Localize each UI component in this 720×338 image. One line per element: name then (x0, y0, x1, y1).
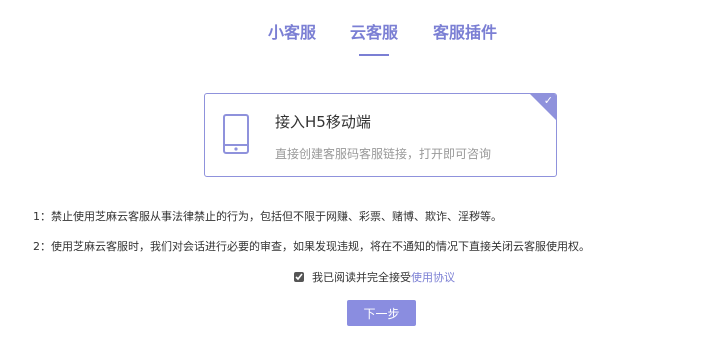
card-title: 接入H5移动端 (275, 113, 371, 131)
agreement-text: 我已阅读并完全接受 (312, 271, 411, 284)
mobile-phone-icon (223, 114, 249, 154)
agreement-row: 我已阅读并完全接受 使用协议 (294, 269, 455, 285)
tab-kefu-plugin[interactable]: 客服插件 (433, 22, 497, 44)
next-step-button[interactable]: 下一步 (347, 300, 416, 326)
terms-link[interactable]: 使用协议 (411, 269, 455, 285)
checkmark-icon: ✓ (543, 94, 553, 107)
tab-bar: 小客服 云客服 客服插件 (0, 22, 720, 62)
agreement-checkbox[interactable] (294, 272, 304, 282)
option-card-h5-mobile[interactable]: ✓ 接入H5移动端 直接创建客服码客服链接，打开即可咨询 (204, 93, 557, 177)
active-tab-indicator (359, 54, 389, 56)
rule-text-1: 1：禁止使用芝麻云客服从事法律禁止的行为，包括但不限于网赚、彩票、赌博、欺诈、淫… (33, 210, 502, 223)
tab-xiao-kefu[interactable]: 小客服 (268, 22, 316, 44)
tab-yun-kefu[interactable]: 云客服 (350, 22, 398, 44)
card-description: 直接创建客服码客服链接，打开即可咨询 (275, 147, 492, 161)
rule-text-2: 2：使用芝麻云客服时，我们对会话进行必要的审查，如果发现违规，将在不通知的情况下… (33, 240, 590, 253)
